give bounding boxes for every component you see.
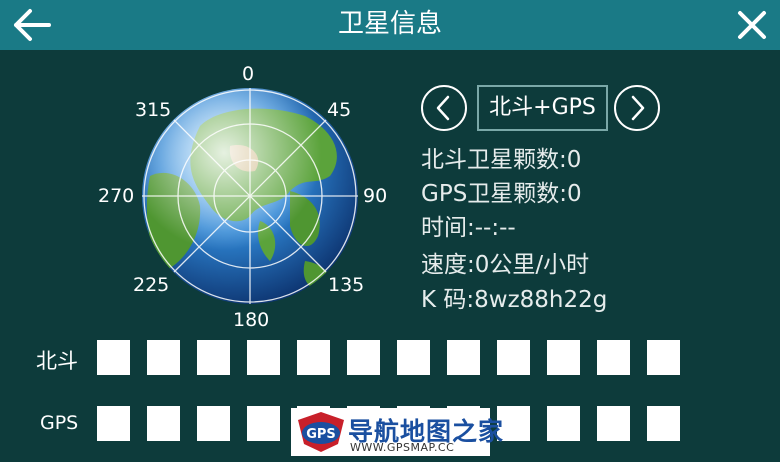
gps-badge-icon: GPS — [298, 412, 344, 452]
signal-slot — [347, 340, 380, 375]
signal-slot — [497, 340, 530, 375]
back-arrow-icon[interactable] — [12, 8, 52, 42]
signal-slot — [147, 406, 180, 441]
signal-slot — [647, 406, 680, 441]
prev-mode-button[interactable] — [421, 85, 467, 131]
compass-label-90: 90 — [363, 185, 388, 207]
compass-label-270: 270 — [98, 185, 135, 207]
gps-satellite-count: GPS卫星颗数:0 — [421, 181, 582, 207]
compass-label-135: 135 — [328, 274, 365, 296]
next-mode-button[interactable] — [614, 85, 660, 131]
svg-text:GPS: GPS — [306, 427, 336, 442]
signal-slot — [97, 406, 130, 441]
mode-selector[interactable]: 北斗+GPS — [477, 85, 608, 131]
compass-label-45: 45 — [327, 99, 352, 121]
sky-grid — [142, 88, 358, 304]
compass-label-225: 225 — [133, 274, 170, 296]
signal-slot — [147, 340, 180, 375]
compass-label-315: 315 — [135, 99, 172, 121]
page-title: 卫星信息 — [337, 9, 442, 39]
close-icon[interactable] — [736, 9, 768, 41]
gps-row-label: GPS — [40, 412, 79, 434]
watermark-url: WWW.GPSMAP.CC — [350, 441, 455, 454]
signal-slot — [297, 340, 330, 375]
watermark-logo: GPS 导航地图之家 WWW.GPSMAP.CC — [291, 408, 503, 456]
signal-slot — [247, 406, 280, 441]
signal-slot — [647, 340, 680, 375]
k-code-value: K 码:8wz88h22g — [421, 287, 608, 313]
signal-slot — [247, 340, 280, 375]
signal-slot — [397, 340, 430, 375]
beidou-row-label: 北斗 — [36, 349, 78, 373]
content-area — [0, 50, 780, 462]
signal-slot — [597, 406, 630, 441]
signal-slot — [97, 340, 130, 375]
chevron-right-icon — [631, 95, 645, 121]
beidou-satellite-count: 北斗卫星颗数:0 — [421, 147, 582, 173]
signal-slot — [197, 340, 230, 375]
compass-label-180: 180 — [233, 309, 270, 331]
signal-slot — [197, 406, 230, 441]
time-value: 时间:--:-- — [421, 215, 516, 241]
signal-slot — [447, 340, 480, 375]
signal-slot — [547, 340, 580, 375]
speed-value: 速度:0公里/小时 — [421, 252, 590, 278]
chevron-left-icon — [436, 95, 450, 121]
beidou-signal-bars — [97, 340, 680, 375]
signal-slot — [547, 406, 580, 441]
signal-slot — [597, 340, 630, 375]
compass-label-0: 0 — [242, 63, 255, 85]
